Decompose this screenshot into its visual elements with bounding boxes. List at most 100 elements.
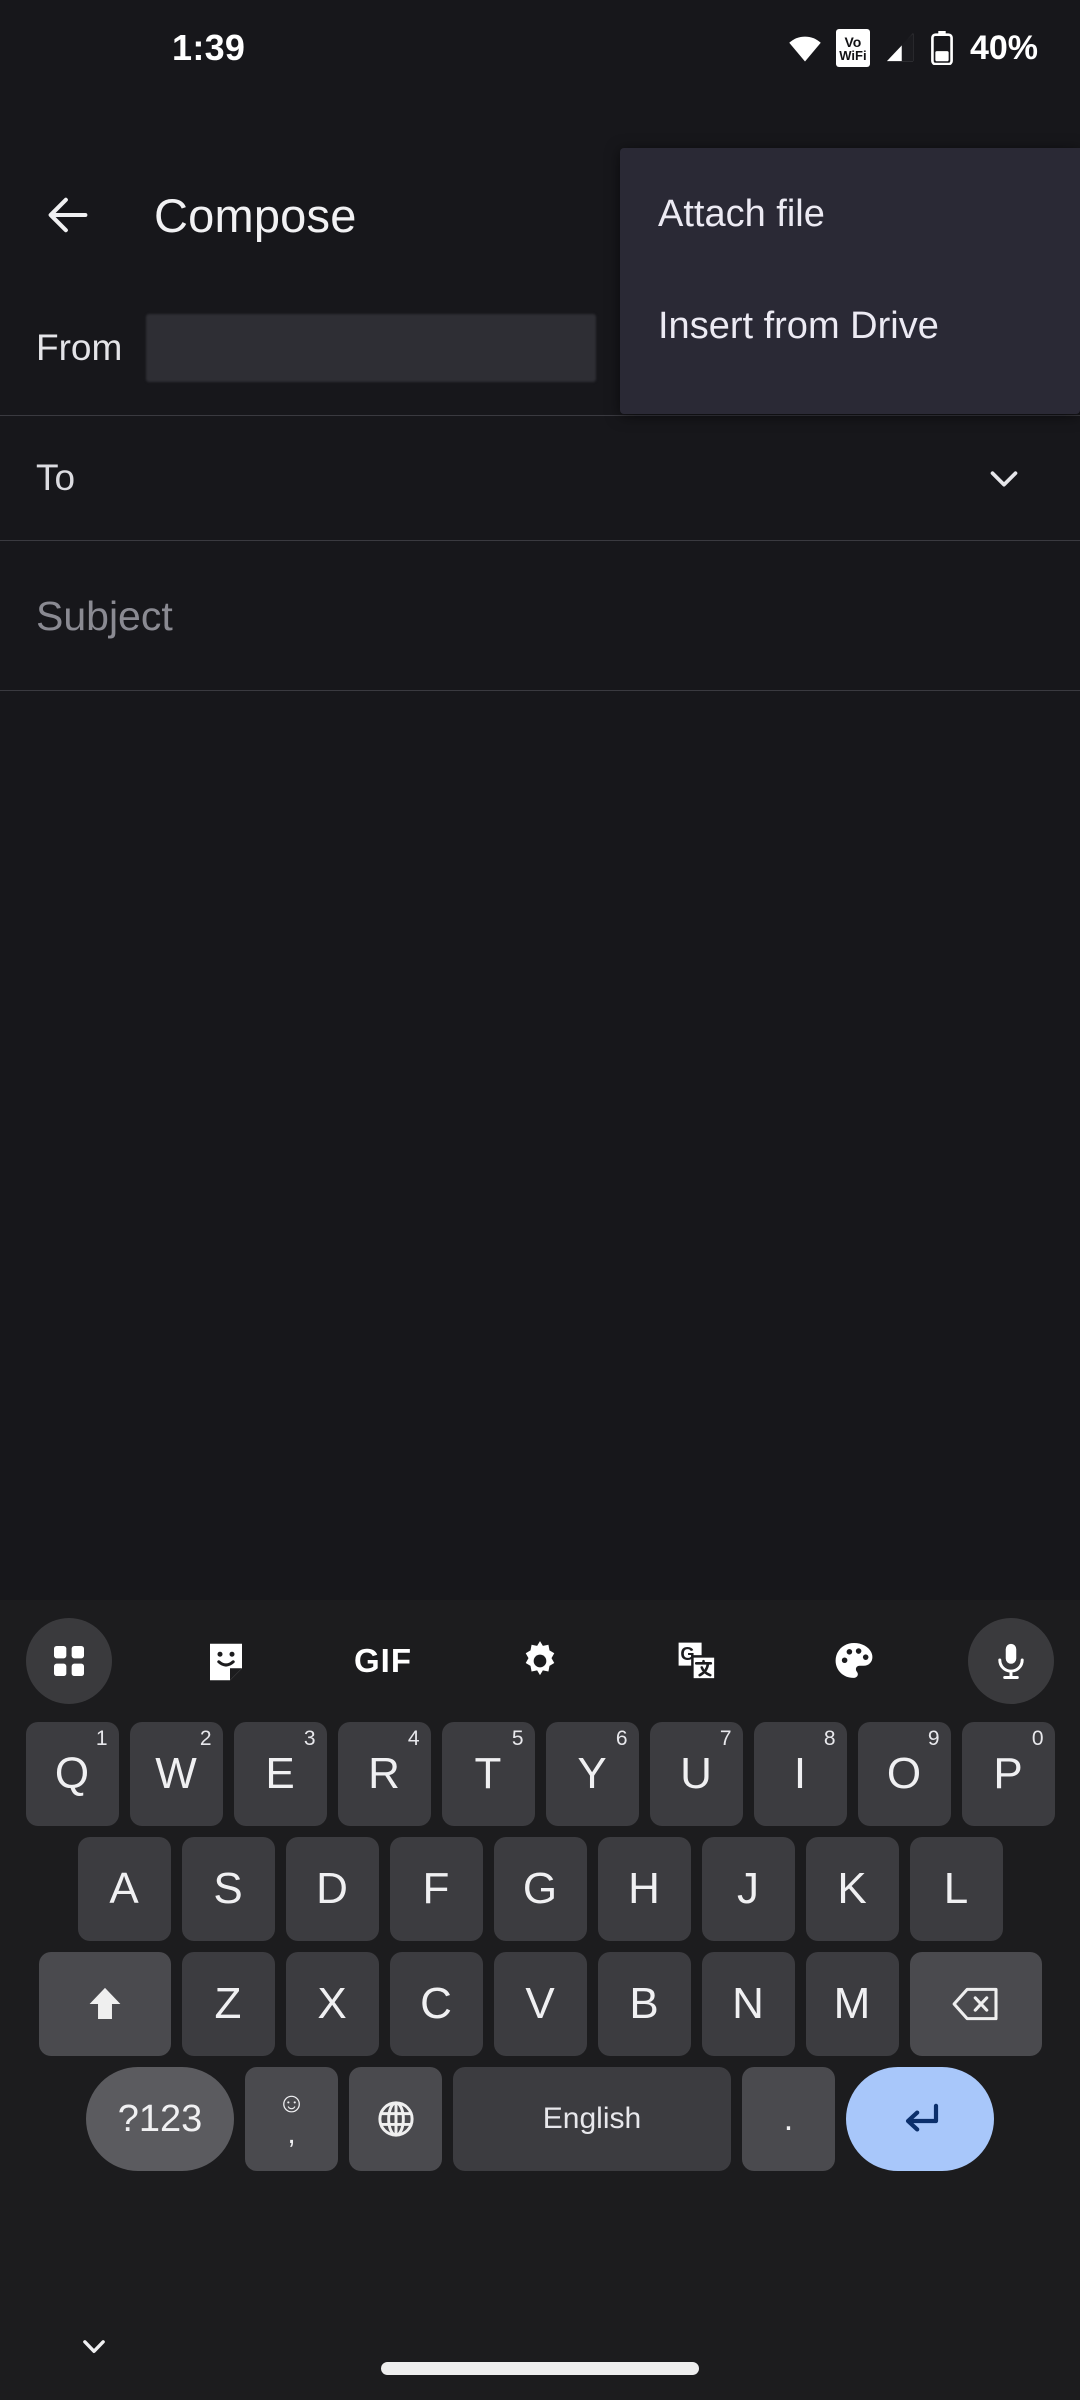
- space-key[interactable]: English: [453, 2067, 731, 2171]
- language-switch-key[interactable]: [349, 2067, 442, 2171]
- keyboard-row-1: 1Q 2W 3E 4R 5T 6Y 7U 8I 9O 0P: [0, 1722, 1080, 1826]
- key-v[interactable]: V: [493, 1952, 587, 2056]
- sticker-button[interactable]: [183, 1618, 269, 1704]
- svg-text:G: G: [680, 1643, 694, 1664]
- to-expand-button[interactable]: [972, 446, 1036, 510]
- vowifi-line2: WiFi: [839, 47, 867, 63]
- to-field-row[interactable]: To: [0, 416, 1080, 540]
- back-button[interactable]: [14, 161, 122, 269]
- key-z[interactable]: Z: [181, 1952, 275, 2056]
- overflow-menu: Attach file Insert from Drive: [620, 148, 1080, 414]
- key-o-number: 9: [927, 1727, 940, 1750]
- divider-subject-body: [0, 690, 1080, 691]
- translate-button[interactable]: G: [654, 1618, 740, 1704]
- key-p-label: P: [993, 1749, 1023, 1798]
- key-b[interactable]: B: [597, 1952, 691, 2056]
- key-c[interactable]: C: [389, 1952, 483, 2056]
- key-j[interactable]: J: [701, 1837, 795, 1941]
- key-p-number: 0: [1031, 1727, 1044, 1750]
- key-k[interactable]: K: [805, 1837, 899, 1941]
- backspace-key[interactable]: [909, 1952, 1042, 2056]
- voice-input-button[interactable]: [968, 1618, 1054, 1704]
- keyboard-row-2: A S D F G H J K L: [0, 1837, 1080, 1941]
- message-body-input[interactable]: [0, 692, 1080, 1600]
- key-i-label: I: [793, 1749, 807, 1798]
- key-x[interactable]: X: [285, 1952, 379, 2056]
- key-e[interactable]: 3E: [233, 1722, 327, 1826]
- on-screen-keyboard: GIF G 1 Q 2 W 3 E 4 R 5 T 6 Y 7 U 8 I 9 …: [0, 1600, 1080, 2294]
- battery-percent-label: 40%: [969, 28, 1038, 67]
- arrow-back-icon: [48, 197, 88, 233]
- apps-grid-button[interactable]: [26, 1618, 112, 1704]
- shift-key[interactable]: [38, 1952, 171, 2056]
- key-m[interactable]: M: [805, 1952, 899, 2056]
- to-label: To: [36, 457, 76, 498]
- comma-emoji-key[interactable]: ☺ ,: [245, 2067, 338, 2171]
- key-y-number: 6: [615, 1727, 628, 1750]
- key-t-label: T: [474, 1749, 502, 1798]
- key-t-number: 5: [511, 1727, 524, 1750]
- subject-field-row[interactable]: Subject: [0, 541, 1080, 691]
- keyboard-settings-button[interactable]: [497, 1618, 583, 1704]
- key-t[interactable]: 5T: [441, 1722, 535, 1826]
- menu-item-insert-from-drive[interactable]: Insert from Drive: [620, 270, 1080, 382]
- symbols-key[interactable]: ?123: [86, 2067, 234, 2171]
- key-r[interactable]: 4R: [337, 1722, 431, 1826]
- menu-item-label: Attach file: [658, 192, 825, 235]
- key-n[interactable]: N: [701, 1952, 795, 2056]
- hide-keyboard-button[interactable]: [68, 2320, 120, 2372]
- key-r-number: 4: [407, 1727, 420, 1750]
- key-o-label: O: [886, 1749, 922, 1798]
- from-account-value-redacted[interactable]: [146, 314, 597, 382]
- key-u-label: U: [680, 1749, 712, 1798]
- period-key[interactable]: .: [742, 2067, 835, 2171]
- key-o[interactable]: 9O: [857, 1722, 951, 1826]
- key-a[interactable]: A: [77, 1837, 171, 1941]
- gif-button[interactable]: GIF: [340, 1618, 426, 1704]
- status-bar-icons: Vo WiFi 40%: [786, 29, 1038, 68]
- key-s[interactable]: S: [181, 1837, 275, 1941]
- home-indicator[interactable]: [381, 2362, 699, 2375]
- key-l[interactable]: L: [909, 1837, 1003, 1941]
- navigation-bar: [0, 2294, 1080, 2400]
- key-i[interactable]: 8I: [753, 1722, 847, 1826]
- palette-icon: [835, 1642, 873, 1678]
- from-label: From: [36, 327, 123, 368]
- apps-grid-icon: [54, 1646, 84, 1676]
- key-i-number: 8: [823, 1727, 836, 1750]
- menu-item-attach-file[interactable]: Attach file: [620, 158, 1080, 270]
- vowifi-line1: Vo: [844, 33, 862, 50]
- key-g[interactable]: G: [493, 1837, 587, 1941]
- status-bar: 1:39 Vo WiFi 40%: [0, 0, 1080, 96]
- key-p[interactable]: 0P: [961, 1722, 1055, 1826]
- key-f[interactable]: F: [389, 1837, 483, 1941]
- vowifi-icon: Vo WiFi: [835, 29, 870, 67]
- key-u[interactable]: 7U: [649, 1722, 743, 1826]
- enter-key[interactable]: [846, 2067, 994, 2171]
- gif-icon: GIF: [354, 1642, 412, 1679]
- key-y-label: Y: [577, 1749, 607, 1798]
- key-w-number: 2: [199, 1727, 212, 1750]
- theme-palette-button[interactable]: [811, 1618, 897, 1704]
- backspace-delete-icon: [952, 1987, 998, 2021]
- key-q[interactable]: 1Q: [25, 1722, 119, 1826]
- key-h[interactable]: H: [597, 1837, 691, 1941]
- key-y[interactable]: 6Y: [545, 1722, 639, 1826]
- battery-icon: [931, 31, 953, 65]
- keyboard-toolbar: GIF G: [0, 1600, 1080, 1722]
- shift-up-arrow-icon: [89, 1987, 120, 2020]
- enter-return-icon: [905, 2103, 939, 2132]
- page-title: Compose: [154, 188, 357, 242]
- key-w-label: W: [155, 1749, 197, 1798]
- key-d[interactable]: D: [285, 1837, 379, 1941]
- status-bar-clock: 1:39: [172, 27, 246, 68]
- comma-label: ,: [287, 2117, 296, 2150]
- phone-screen: 1:39 Vo WiFi 40% Compose From To Subject…: [0, 0, 1080, 2400]
- key-u-number: 7: [719, 1727, 732, 1750]
- key-w[interactable]: 2W: [129, 1722, 223, 1826]
- wifi-icon: [789, 36, 821, 62]
- key-q-label: Q: [54, 1749, 90, 1798]
- microphone-icon: [998, 1643, 1024, 1679]
- keyboard-row-4: ?123 ☺ , English .: [0, 2067, 1080, 2171]
- cellular-signal-icon: [886, 33, 914, 62]
